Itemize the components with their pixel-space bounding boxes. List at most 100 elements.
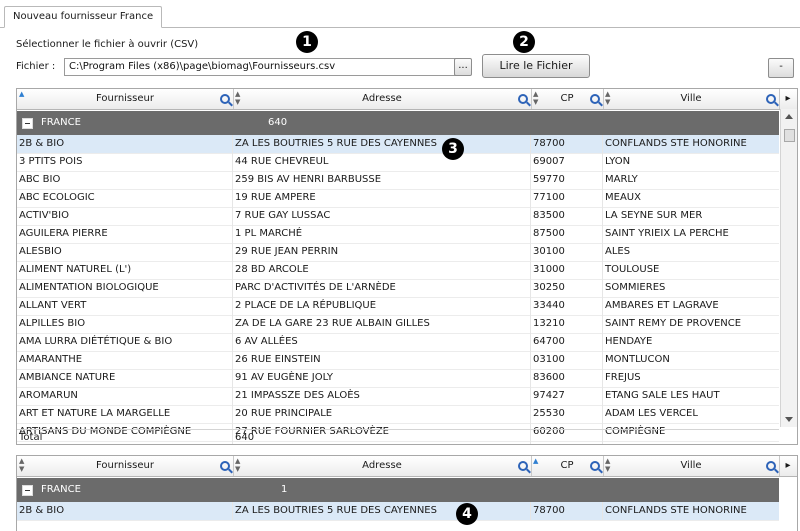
table-row[interactable]: AGUILERA PIERRE 1 PL MARCHÉ 87500 SAINT YRI… [17, 225, 779, 244]
collapse-minus-icon[interactable] [22, 485, 33, 496]
collapse-minus-icon[interactable] [22, 118, 33, 129]
group-row-france[interactable]: FRANCE 1 [17, 478, 779, 502]
ville-cell: HENDAYE [605, 336, 653, 347]
ville-cell: ETANG SALE LES HAUT [605, 390, 720, 401]
fournisseur-cell: AGUILERA PIERRE [17, 225, 233, 243]
table-row[interactable]: AMA LURRA DIÉTÉTIQUE & BIO 6 AV ALLÉES 647… [17, 333, 779, 352]
fournisseur-cell: AROMARUN [17, 387, 233, 405]
scroll-up-arrow-icon[interactable] [785, 114, 793, 119]
table-row[interactable]: AMBIANCE NATURE 91 AV EUGÈNE JOLY 83600 FRE… [17, 369, 779, 388]
total-row: Total 640 [17, 429, 779, 444]
col-header-adresse[interactable]: ▲ ▼ Adresse [233, 89, 532, 109]
table-row[interactable]: ALPILLES BIO ZA DE LA GARE 23 RUE ALBAIN … [17, 315, 779, 334]
cp-cell: 13210 [531, 315, 603, 333]
col-label: Fournisseur [96, 460, 154, 471]
total-value: 640 [233, 430, 531, 444]
file-prompt-label: Sélectionner le fichier à ouvrir (CSV) [16, 39, 199, 50]
table-row[interactable]: ABC ECOLOGIC 19 RUE AMPERE 77100 MEAUX [17, 189, 779, 208]
table-row[interactable]: AMARANTHE 26 RUE EINSTEIN 03100 MONTLUCON [17, 351, 779, 370]
col-label: Adresse [362, 460, 402, 471]
fournisseur-cell: ABC ECOLOGIC [17, 189, 233, 207]
search-icon[interactable] [590, 94, 600, 104]
ville-cell: CONFLANDS STE HONORINE [605, 505, 747, 516]
search-icon[interactable] [518, 461, 528, 471]
collapse-panel-button[interactable]: - [768, 58, 794, 78]
supplier-grid-selected: ▲ ▼ Fournisseur ▲ ▼ Adresse ▲ CP ▲ ▼ Ville … [16, 455, 798, 531]
browse-button[interactable]: ... [454, 58, 472, 76]
adresse-cell: 7 RUE GAY LUSSAC [233, 207, 531, 225]
col-header-cp[interactable]: ▲ CP [531, 456, 604, 476]
group-name: FRANCE [41, 484, 81, 495]
ville-cell: MONTLUCON [605, 354, 670, 365]
cp-cell: 69007 [531, 153, 603, 171]
cp-cell: 30250 [531, 279, 603, 297]
fournisseur-cell: 3 PTITS POIS [17, 153, 233, 171]
adresse-cell: ZA DE LA GARE 23 RUE ALBAIN GILLES [233, 315, 531, 333]
scroll-right-arrow-icon[interactable]: ▸ [779, 456, 797, 476]
table-row[interactable]: ACTIV'BIO 7 RUE GAY LUSSAC 83500 LA SEYNE S… [17, 207, 779, 226]
adresse-cell: 2 PLACE DE LA RÉPUBLIQUE [233, 297, 531, 315]
ville-cell: ADAM LES VERCEL [605, 408, 698, 419]
table-row[interactable]: 2B & BIO ZA LES BOUTRIES 5 RUE DES CAYENN… [17, 502, 779, 521]
adresse-cell: 6 AV ALLÉES [233, 333, 531, 351]
ville-cell: SAINT REMY DE PROVENCE [605, 318, 742, 329]
fournisseur-cell: ABC BIO [17, 171, 233, 189]
adresse-cell: 259 BIS AV HENRI BARBUSSE [233, 171, 531, 189]
sort-arrows-icon: ▲ ▼ [605, 457, 611, 473]
fournisseur-cell: ALIMENT NATUREL (L') [17, 261, 233, 279]
cp-cell: 59770 [531, 171, 603, 189]
table-row[interactable]: 3 PTITS POIS 44 RUE CHEVREUL 69007 LYON [17, 153, 779, 172]
adresse-cell: 28 BD ARCOLE [233, 261, 531, 279]
col-header-ville[interactable]: ▲ ▼ Ville [603, 89, 780, 109]
ville-cell: LA SEYNE SUR MER [605, 210, 703, 221]
table-row[interactable]: ALESBIO 29 RUE JEAN PERRIN 30100 ALES [17, 243, 779, 262]
fournisseur-cell: 2B & BIO [17, 502, 233, 520]
sort-arrows-icon: ▲ ▼ [235, 457, 241, 473]
table-row[interactable]: ALIMENTATION BIOLOGIQUE PARC D'ACTIVITÉS … [17, 279, 779, 298]
col-header-fournisseur[interactable]: ▲ ▼ Fournisseur [17, 456, 234, 476]
col-header-cp[interactable]: ▲ ▼ CP [531, 89, 604, 109]
col-header-fournisseur[interactable]: ▲ Fournisseur [17, 89, 234, 109]
cp-cell: 83600 [531, 369, 603, 387]
scroll-right-arrow-icon[interactable]: ▸ [779, 89, 797, 109]
marker-2: 2 [513, 31, 535, 53]
table-row[interactable]: ART ET NATURE LA MARGELLE 20 RUE PRINCIPA… [17, 405, 779, 424]
read-file-button[interactable]: Lire le Fichier [482, 54, 590, 78]
table-row[interactable]: 2B & BIO ZA LES BOUTRIES 5 RUE DES CAYENN… [17, 135, 779, 154]
ville-cell: ALES [605, 246, 631, 257]
cp-cell: 31000 [531, 261, 603, 279]
scrollbar-thumb[interactable] [784, 129, 795, 142]
search-icon[interactable] [766, 94, 776, 104]
file-label: Fichier : [16, 61, 56, 72]
table-row[interactable]: ALLANT VERT 2 PLACE DE LA RÉPUBLIQUE 33440… [17, 297, 779, 316]
col-header-ville[interactable]: ▲ ▼ Ville [603, 456, 780, 476]
adresse-cell: 19 RUE AMPERE [233, 189, 531, 207]
search-icon[interactable] [518, 94, 528, 104]
ville-cell: MARLY [605, 174, 638, 185]
cp-cell: 83500 [531, 207, 603, 225]
marker-1: 1 [296, 31, 318, 53]
file-path-input[interactable]: C:\Program Files (x86)\page\biomag\Fourn… [64, 58, 456, 76]
fournisseur-cell: ART ET NATURE LA MARGELLE [17, 405, 233, 423]
grid-header: ▲ ▼ Fournisseur ▲ ▼ Adresse ▲ CP ▲ ▼ Ville … [17, 456, 797, 477]
group-row-france[interactable]: FRANCE 640 [17, 111, 779, 135]
search-icon[interactable] [220, 461, 230, 471]
table-row[interactable]: ABC BIO 259 BIS AV HENRI BARBUSSE 59770 MAR… [17, 171, 779, 190]
adresse-cell: 26 RUE EINSTEIN [233, 351, 531, 369]
marker-4: 4 [456, 503, 478, 525]
total-label: Total [17, 430, 233, 444]
table-row[interactable]: ALIMENT NATUREL (L') 28 BD ARCOLE 31000 TOU… [17, 261, 779, 280]
adresse-cell: PARC D'ACTIVITÉS DE L'ARNÈDE [233, 279, 531, 297]
table-row[interactable]: AROMARUN 21 IMPASSZE DES ALOÈS 97427 ETANG … [17, 387, 779, 406]
search-icon[interactable] [766, 461, 776, 471]
scroll-down-arrow-icon[interactable] [785, 417, 793, 422]
fournisseur-cell: ALPILLES BIO [17, 315, 233, 333]
fournisseur-cell: AMARANTHE [17, 351, 233, 369]
ville-cell: TOULOUSE [605, 264, 660, 275]
adresse-cell: ZA LES BOUTRIES 5 RUE DES CAYENNES [233, 502, 531, 520]
search-icon[interactable] [590, 461, 600, 471]
vertical-scrollbar[interactable] [780, 109, 797, 427]
col-header-adresse[interactable]: ▲ ▼ Adresse [233, 456, 532, 476]
tab-nouveau-fournisseur[interactable]: Nouveau fournisseur France [4, 6, 163, 28]
search-icon[interactable] [220, 94, 230, 104]
